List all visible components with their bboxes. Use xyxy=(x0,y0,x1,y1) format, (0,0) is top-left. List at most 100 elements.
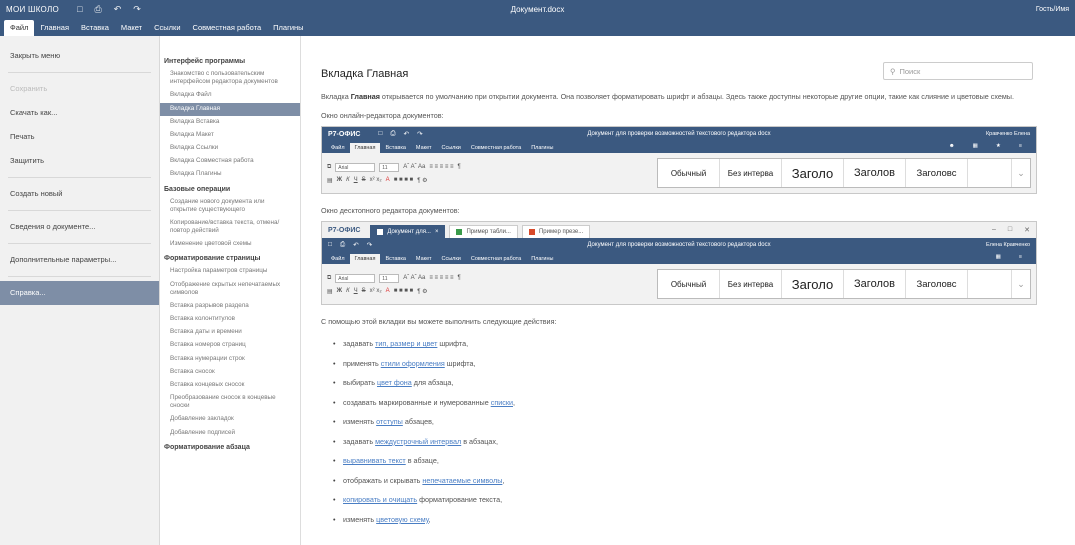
minimize-icon: – xyxy=(991,226,996,234)
file-menu-download-as[interactable]: Скачать как... xyxy=(0,101,159,125)
redo-icon: ↷ xyxy=(417,131,423,139)
toc-section-title[interactable]: Форматирование абзаца xyxy=(160,444,300,451)
font-size-box: 11 xyxy=(379,162,400,172)
style-normal: Обычный xyxy=(658,270,720,299)
style-heading-1: Заголо xyxy=(782,159,844,188)
menu-separator xyxy=(8,210,151,211)
toc-item[interactable]: Вставка разрывов раздела xyxy=(160,300,300,313)
file-menu-document-info[interactable]: Сведения о документе... xyxy=(0,215,159,239)
redo-icon[interactable]: ↷ xyxy=(133,4,141,15)
help-link[interactable]: цвет фона xyxy=(377,378,412,387)
shot-tab: Макет xyxy=(415,145,432,152)
help-link[interactable]: копировать и очищать xyxy=(343,495,417,504)
toc-item[interactable]: Создание нового документа или открытие с… xyxy=(160,196,300,217)
list-item: применять стили оформления шрифта, xyxy=(321,354,1055,374)
toc-item[interactable]: Вкладка Файл xyxy=(160,89,300,102)
online-caption: Окно онлайн-редактора документов: xyxy=(321,111,444,121)
toc-item[interactable]: Отображение скрытых непечатаемых символо… xyxy=(160,279,300,300)
file-menu-advanced-settings[interactable]: Дополнительные параметры... xyxy=(0,248,159,272)
desktop-doc-tab: Пример презе... xyxy=(521,225,591,239)
tab-layout[interactable]: Макет xyxy=(115,20,148,36)
toc-item[interactable]: Вставка сносок xyxy=(160,366,300,379)
file-menu-create-new[interactable]: Создать новый xyxy=(0,182,159,206)
desktop-caption: Окно десктопного редактора документов: xyxy=(321,206,460,216)
desktop-doc-tab: Документ для... × xyxy=(370,225,446,239)
chevron-down-icon: ⌄ xyxy=(1017,167,1025,178)
undo-icon[interactable]: ↶ xyxy=(114,4,122,15)
toc-item[interactable]: Вставка нумерации строк xyxy=(160,353,300,366)
undo-icon: ↶ xyxy=(403,131,409,139)
tab-home[interactable]: Главная xyxy=(34,20,75,36)
tab-insert[interactable]: Вставка xyxy=(75,20,115,36)
shot-tab: Вставка xyxy=(385,256,406,263)
toc-item[interactable]: Вкладка Плагины xyxy=(160,168,300,181)
toc-item[interactable]: Вставка колонтитулов xyxy=(160,313,300,326)
list-item: изменять цветовую схему, xyxy=(321,510,1055,530)
search-box[interactable]: ⚲ Поиск xyxy=(883,62,1033,80)
editor-doc-title: Документ для проверки возможностей текст… xyxy=(587,242,771,249)
toc-item[interactable]: Изменение цветовой схемы xyxy=(160,238,300,251)
file-menu-close[interactable]: Закрыть меню xyxy=(0,44,159,68)
menu-icon: ≡ xyxy=(1018,143,1022,150)
toc-item[interactable]: Вкладка Макет xyxy=(160,129,300,142)
toc-item[interactable]: Добавление закладок xyxy=(160,413,300,426)
list-item: задавать тип, размер и цвет шрифта, xyxy=(321,334,1055,354)
file-menu-help[interactable]: Справка... xyxy=(0,281,159,305)
font-name-box: Arial xyxy=(335,162,376,172)
style-heading-2: Заголов xyxy=(844,270,906,299)
file-menu-print[interactable]: Печать xyxy=(0,125,159,149)
toc-item[interactable]: Вставка концевых сносок xyxy=(160,379,300,392)
toc-section-title[interactable]: Базовые операции xyxy=(160,186,300,193)
style-no-spacing: Без интерва xyxy=(720,159,782,188)
font-name-box: Arial xyxy=(335,273,376,283)
article-intro: Вкладка Главная открывается по умолчанию… xyxy=(321,92,1014,101)
open-location-icon: ▦ xyxy=(972,143,978,150)
toc-item[interactable]: Вкладка Ссылки xyxy=(160,142,300,155)
desktop-doc-tab: Пример табли... xyxy=(449,225,518,239)
toc-item[interactable]: Вкладка Вставка xyxy=(160,116,300,129)
document-title: Документ.docx xyxy=(510,5,565,14)
tab-file[interactable]: Файл xyxy=(4,20,35,36)
toc-item[interactable]: Знакомство с пользовательским интерфейсо… xyxy=(160,68,300,89)
help-link[interactable]: списки xyxy=(491,398,513,407)
quick-access-toolbar: □ ⎙ ↶ ↷ xyxy=(77,4,141,15)
help-link[interactable]: непечатаемые символы xyxy=(422,476,502,485)
help-link[interactable]: выравнивать текст xyxy=(343,456,406,465)
user-name[interactable]: Гость/Имя xyxy=(1036,6,1069,13)
open-location-icon: ▦ xyxy=(995,254,1001,261)
menu-separator xyxy=(8,177,151,178)
toc-item[interactable]: Добавление подписей xyxy=(160,427,300,440)
menu-separator xyxy=(8,72,151,73)
style-empty xyxy=(968,270,1012,299)
toc-item[interactable]: Вставка номеров страниц xyxy=(160,339,300,352)
font-size-box: 11 xyxy=(379,273,400,283)
toc-item[interactable]: Вкладка Совместная работа xyxy=(160,155,300,168)
shot-tab-active: Главная xyxy=(349,254,381,265)
close-icon: ✕ xyxy=(1024,227,1030,235)
editor-doc-title: Документ для проверки возможностей текст… xyxy=(587,131,771,138)
toc-item-active[interactable]: Вкладка Главная xyxy=(160,102,300,116)
help-link[interactable]: междустрочный интервал xyxy=(375,437,461,446)
toc-item[interactable]: Вставка даты и времени xyxy=(160,326,300,339)
tab-plugins[interactable]: Плагины xyxy=(267,20,309,36)
shot-tab-active: Главная xyxy=(349,143,381,154)
file-menu-protect[interactable]: Защитить xyxy=(0,149,159,173)
toc-section-title[interactable]: Интерфейс программы xyxy=(160,58,300,65)
editor-logo: Р7-ОФИС xyxy=(328,130,361,138)
print-icon[interactable]: ⎙ xyxy=(95,4,102,15)
help-link[interactable]: тип, размер и цвет xyxy=(375,339,437,348)
copy-icon: ⧉ xyxy=(327,274,332,281)
help-link[interactable]: отступы xyxy=(376,417,403,426)
style-heading-3: Заголовс xyxy=(906,159,968,188)
toc-item[interactable]: Копирование/вставка текста, отмена/повто… xyxy=(160,217,300,238)
tab-references[interactable]: Ссылки xyxy=(148,20,186,36)
toc-section-title[interactable]: Форматирование страницы xyxy=(160,255,300,262)
maximize-icon: □ xyxy=(1007,226,1013,234)
tab-collaboration[interactable]: Совместная работа xyxy=(187,20,268,36)
help-link[interactable]: стили оформления xyxy=(381,359,445,368)
search-input[interactable]: Поиск xyxy=(900,67,921,76)
save-icon[interactable]: □ xyxy=(77,4,82,15)
toc-item[interactable]: Преобразование сносок в концевые сноски xyxy=(160,392,300,413)
help-link[interactable]: цветовую схему xyxy=(376,515,428,524)
toc-item[interactable]: Настройка параметров страницы xyxy=(160,265,300,278)
